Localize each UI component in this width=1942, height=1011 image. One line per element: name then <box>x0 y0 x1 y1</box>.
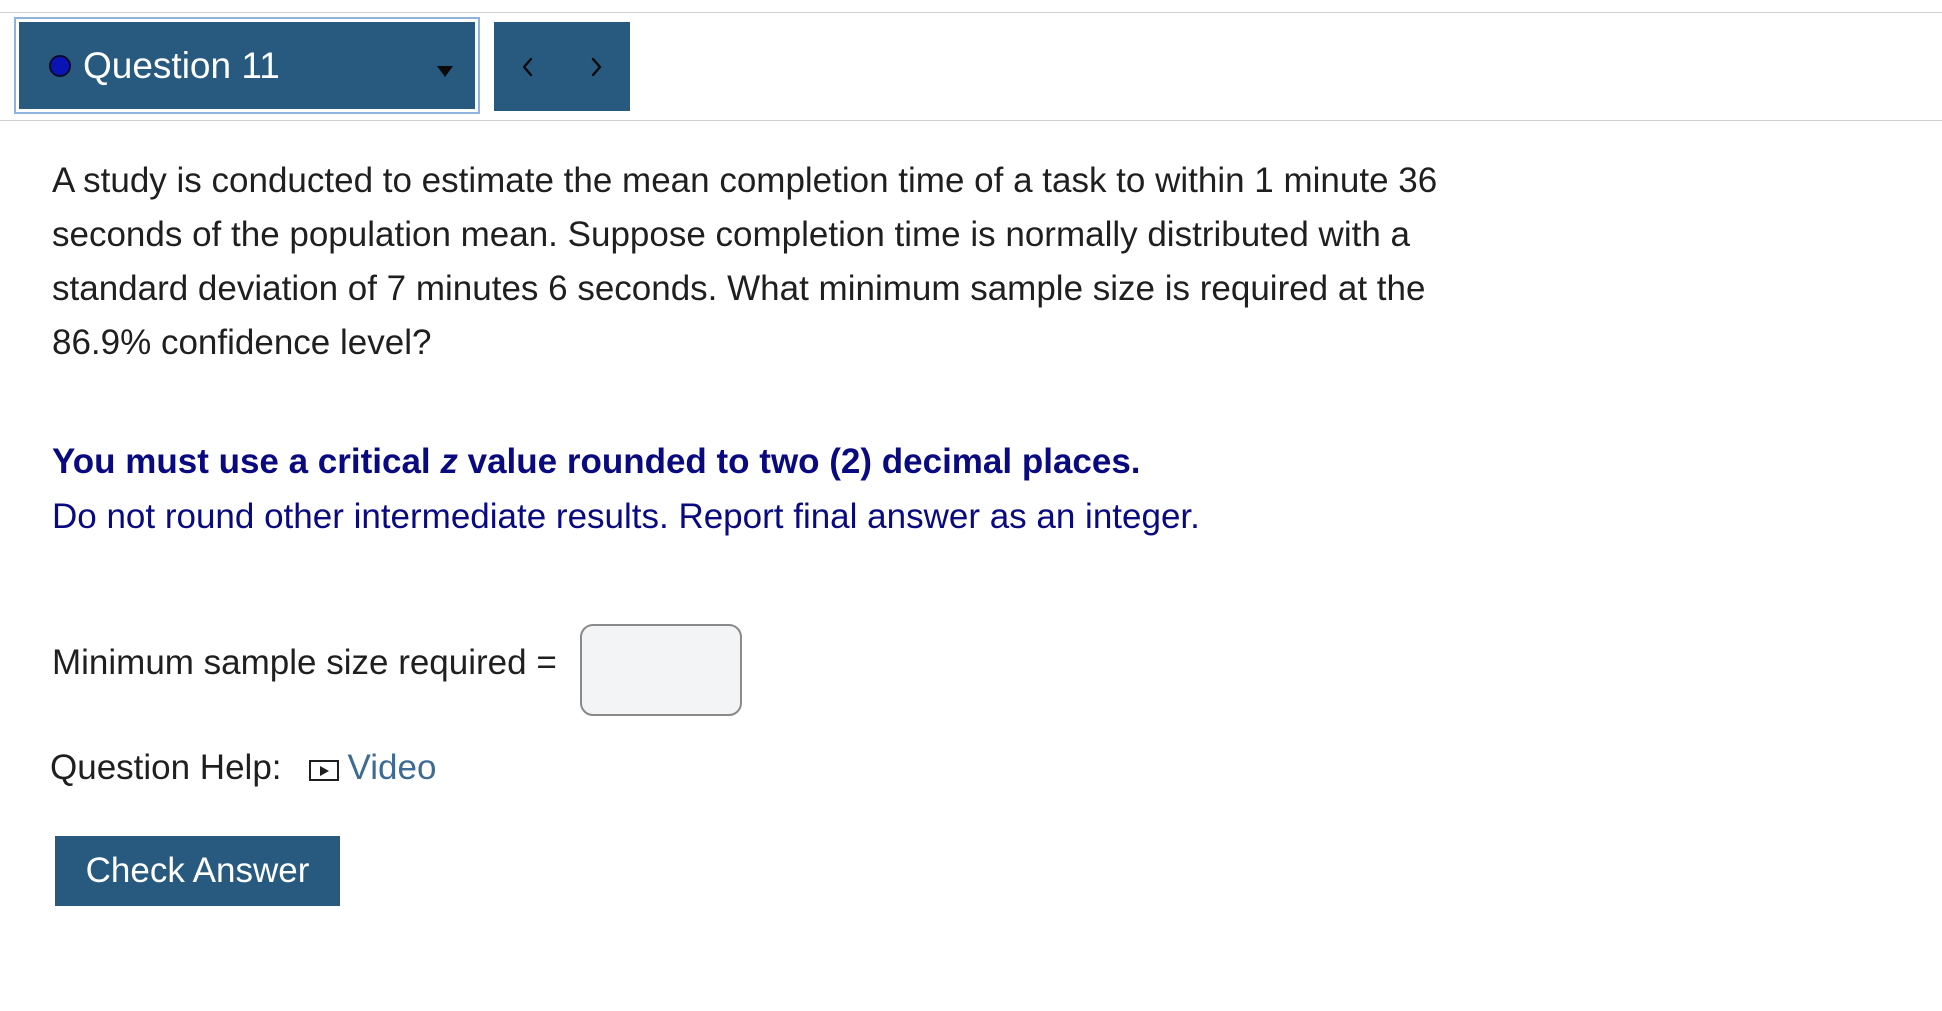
rounding-instruction-suffix: value rounded to two (2) decimal places. <box>457 442 1141 481</box>
question-nav-arrows <box>494 22 630 111</box>
previous-question-button[interactable] <box>506 37 550 97</box>
question-status-icon <box>49 54 71 77</box>
reporting-instruction: Do not round other intermediate results.… <box>52 497 1200 536</box>
caret-down-icon <box>437 66 453 77</box>
question-selector-body[interactable]: Question 11 <box>19 22 475 109</box>
video-icon <box>308 760 339 781</box>
top-divider <box>0 12 1942 13</box>
answer-label: Minimum sample size required = <box>52 643 557 682</box>
chevron-right-icon <box>591 57 602 76</box>
problem-statement: A study is conducted to estimate the mea… <box>52 161 1438 362</box>
chevron-left-icon <box>522 57 533 76</box>
check-answer-button[interactable]: Check Answer <box>55 836 340 906</box>
nav-divider <box>0 120 1942 121</box>
sample-size-input[interactable] <box>580 624 742 716</box>
question-selector-label: Question 11 <box>83 44 280 86</box>
video-link[interactable]: Video <box>348 748 437 788</box>
rounding-instruction-variable: z <box>440 442 458 481</box>
rounding-instruction-prefix: You must use a critical <box>52 442 441 481</box>
question-selector[interactable]: Question 11 <box>14 17 480 114</box>
question-help-label: Question Help: <box>50 748 282 787</box>
question-help: Question Help: Video <box>50 748 436 788</box>
rounding-instruction: You must use a critical z value rounded … <box>52 442 1141 482</box>
next-question-button[interactable] <box>574 37 618 97</box>
